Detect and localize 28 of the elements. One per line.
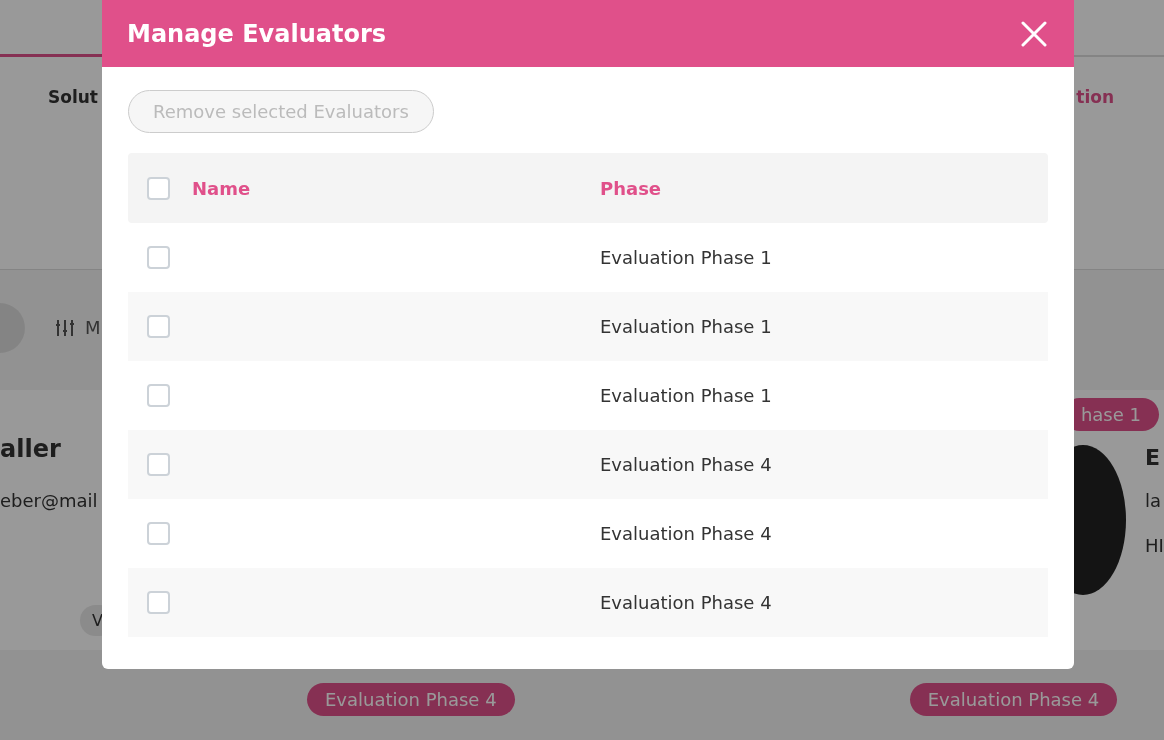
table-cell: Evaluation Phase 1 xyxy=(600,385,772,406)
card-email: eber@mail xyxy=(0,490,98,511)
checkbox[interactable] xyxy=(147,384,170,407)
checkbox[interactable] xyxy=(147,591,170,614)
card-text: HI xyxy=(1145,535,1164,556)
checkbox[interactable] xyxy=(147,176,170,200)
checkbox[interactable] xyxy=(147,522,170,545)
table-cell: Evaluation Phase 4 xyxy=(600,454,772,475)
page-tab[interactable]: Solut xyxy=(48,87,98,107)
card-name: E xyxy=(1145,445,1161,470)
table-cell: Evaluation Phase 1 xyxy=(600,316,772,337)
close-icon[interactable] xyxy=(1021,20,1047,47)
sliders-icon xyxy=(55,318,75,337)
dialog-title: Manage Evaluators xyxy=(127,19,386,48)
phase-badge: Evaluation Phase 4 xyxy=(307,683,515,716)
column-header[interactable]: Phase xyxy=(600,177,662,199)
checkbox[interactable] xyxy=(147,315,170,338)
card-name: aller xyxy=(0,435,61,463)
checkbox[interactable] xyxy=(147,246,170,269)
phase-badge: Evaluation Phase 4 xyxy=(909,683,1118,716)
table-cell: Evaluation Phase 1 xyxy=(600,247,772,268)
filter-label[interactable]: M xyxy=(85,317,101,338)
table-cell: Evaluation Phase 4 xyxy=(600,592,772,613)
page-tab[interactable]: tion xyxy=(1076,87,1114,107)
card-text: la xyxy=(1145,490,1162,511)
column-header[interactable]: Name xyxy=(192,177,600,199)
table-cell: Evaluation Phase 4 xyxy=(600,523,772,544)
checkbox[interactable] xyxy=(147,453,170,476)
